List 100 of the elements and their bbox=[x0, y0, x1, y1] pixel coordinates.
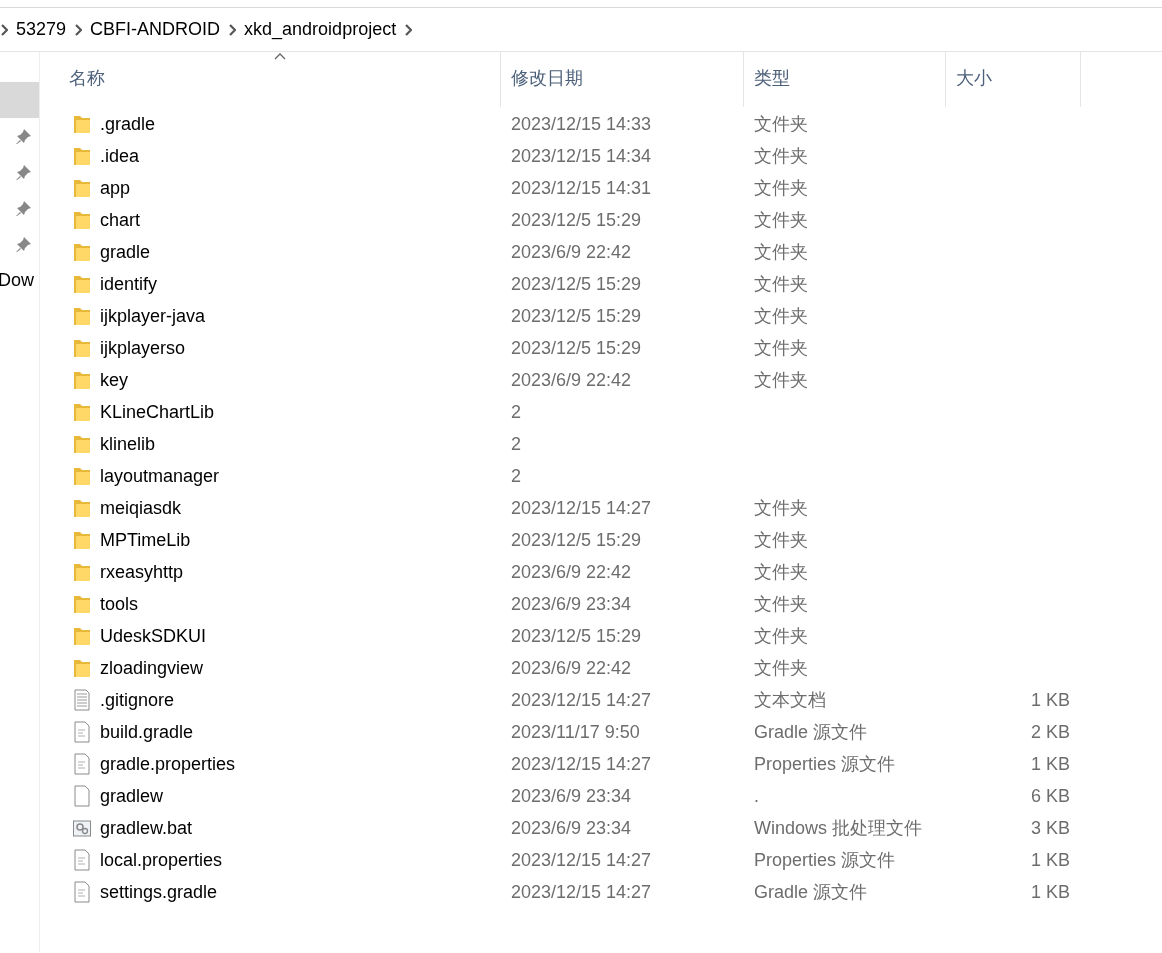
file-name[interactable]: gradlew.bat bbox=[100, 814, 193, 842]
modified-date: 2023/12/15 14:27 bbox=[511, 848, 652, 872]
modified-date: 2023/6/9 22:42 bbox=[511, 656, 632, 680]
document-icon bbox=[73, 849, 91, 871]
modified-date: 2023/12/5 15:29 bbox=[511, 336, 642, 360]
pin-icon bbox=[16, 200, 32, 216]
modified-date: 2023/6/9 23:34 bbox=[511, 816, 632, 840]
folder-icon bbox=[73, 497, 91, 519]
modified-date: 2023/6/9 22:42 bbox=[511, 368, 632, 392]
file-size: 1 KB bbox=[1030, 688, 1070, 712]
file-name[interactable]: KLineChartLib bbox=[100, 398, 215, 426]
modified-date: 2023/12/15 14:27 bbox=[511, 688, 652, 712]
file-type: 文件夹 bbox=[754, 208, 808, 232]
modified-date: 2023/11/17 9:50 bbox=[511, 720, 640, 744]
file-type: 文件夹 bbox=[754, 528, 808, 552]
file-type: 文件夹 bbox=[754, 368, 808, 392]
document-icon bbox=[73, 721, 91, 743]
folder-icon bbox=[73, 145, 91, 167]
modified-date: 2023/6/9 22:42 bbox=[511, 240, 632, 264]
folder-icon bbox=[73, 337, 91, 359]
modified-date: 2023/12/5 15:29 bbox=[511, 624, 642, 648]
file-name[interactable]: UdeskSDKUI bbox=[100, 622, 207, 650]
file-name[interactable]: local.properties bbox=[100, 846, 223, 874]
modified-date: 2023/12/15 14:27 bbox=[511, 496, 652, 520]
folder-icon bbox=[73, 113, 91, 135]
file-type: 文件夹 bbox=[754, 176, 808, 200]
folder-icon bbox=[73, 209, 91, 231]
file-type: Properties 源文件 bbox=[754, 752, 896, 776]
file-type: 文件夹 bbox=[754, 240, 808, 264]
file-name[interactable]: settings.gradle bbox=[100, 878, 218, 906]
breadcrumb-item[interactable]: 53279 bbox=[8, 16, 75, 43]
file-name[interactable]: chart bbox=[100, 206, 141, 234]
file-name[interactable]: gradle bbox=[100, 238, 151, 266]
file-icon bbox=[73, 785, 91, 807]
file-name[interactable]: ijkplayer-java bbox=[100, 302, 206, 330]
column-header[interactable]: 修改日期 bbox=[501, 52, 744, 107]
file-type: Properties 源文件 bbox=[754, 848, 896, 872]
file-type: Gradle 源文件 bbox=[754, 880, 868, 904]
modified-date: 2023/12/5 15:29 bbox=[511, 208, 642, 232]
chevron-icon bbox=[0, 23, 8, 36]
folder-icon bbox=[73, 241, 91, 263]
file-size: 6 KB bbox=[1030, 784, 1070, 808]
file-name[interactable]: identify bbox=[100, 270, 158, 298]
file-name[interactable]: layoutmanager bbox=[100, 462, 220, 490]
file-name[interactable]: build.gradle bbox=[100, 718, 194, 746]
breadcrumb-item[interactable]: xkd_androidproject bbox=[236, 16, 405, 43]
sidebar-item[interactable]: Dow bbox=[0, 262, 39, 298]
folder-icon bbox=[73, 625, 91, 647]
file-name[interactable]: klinelib bbox=[100, 430, 156, 458]
file-size: 1 KB bbox=[1030, 848, 1070, 872]
folder-icon bbox=[73, 401, 91, 423]
modified-date: 2023/12/15 14:27 bbox=[511, 752, 652, 776]
folder-icon bbox=[73, 369, 91, 391]
file-size: 1 KB bbox=[1030, 752, 1070, 776]
file-type: 文件夹 bbox=[754, 336, 808, 360]
file-size: 2 KB bbox=[1030, 720, 1070, 744]
file-name[interactable]: tools bbox=[100, 590, 139, 618]
modified-date: 2023/12/5 15:29 bbox=[511, 528, 642, 552]
file-name[interactable]: app bbox=[100, 174, 131, 202]
chevron-icon bbox=[228, 23, 237, 36]
modified-date: 2023/12/15 14:27 bbox=[511, 880, 652, 904]
file-type: 文本文档 bbox=[754, 688, 826, 712]
breadcrumb-item[interactable]: CBFI-ANDROID bbox=[82, 16, 229, 43]
folder-icon bbox=[73, 657, 91, 679]
file-name[interactable]: MPTimeLib bbox=[100, 526, 191, 554]
modified-date: 2023/12/15 14:31 bbox=[511, 176, 652, 200]
file-type: Windows 批处理文件 bbox=[754, 816, 923, 840]
file-name[interactable]: gradle.properties bbox=[100, 750, 236, 778]
file-name[interactable]: rxeasyhttp bbox=[100, 558, 184, 586]
document-icon bbox=[73, 881, 91, 903]
folder-icon bbox=[73, 273, 91, 295]
document-icon bbox=[73, 689, 91, 711]
column-header[interactable]: 名称 bbox=[60, 52, 501, 107]
file-name[interactable]: meiqiasdk bbox=[100, 494, 182, 522]
file-type: 文件夹 bbox=[754, 304, 808, 328]
file-type: Gradle 源文件 bbox=[754, 720, 868, 744]
modified-date: 2023/12/15 14:34 bbox=[511, 144, 652, 168]
folder-icon bbox=[73, 561, 91, 583]
folder-icon bbox=[73, 305, 91, 327]
chevron-icon bbox=[74, 23, 83, 36]
modified-date: 2023/12/5 15:29 bbox=[511, 272, 642, 296]
file-name[interactable]: gradlew bbox=[100, 782, 164, 810]
file-name[interactable]: .gitignore bbox=[100, 686, 175, 714]
file-name[interactable]: key bbox=[100, 366, 128, 394]
modified-date: 2 bbox=[511, 400, 521, 424]
file-type: 文件夹 bbox=[754, 560, 808, 584]
modified-date: 2023/6/9 22:42 bbox=[511, 560, 632, 584]
column-header[interactable]: 类型 bbox=[744, 52, 946, 107]
modified-date: 2023/12/15 14:33 bbox=[511, 112, 652, 136]
file-type: . bbox=[754, 784, 759, 808]
gear-file-icon bbox=[73, 817, 91, 839]
file-name[interactable]: .idea bbox=[100, 142, 140, 170]
file-name[interactable]: ijkplayerso bbox=[100, 334, 186, 362]
column-header[interactable]: 大小 bbox=[946, 52, 1081, 107]
file-type: 文件夹 bbox=[754, 656, 808, 680]
file-name[interactable]: zloadingview bbox=[100, 654, 204, 682]
modified-date: 2 bbox=[511, 464, 521, 488]
pin-icon bbox=[16, 236, 32, 252]
folder-icon bbox=[73, 433, 91, 455]
file-name[interactable]: .gradle bbox=[100, 110, 156, 138]
